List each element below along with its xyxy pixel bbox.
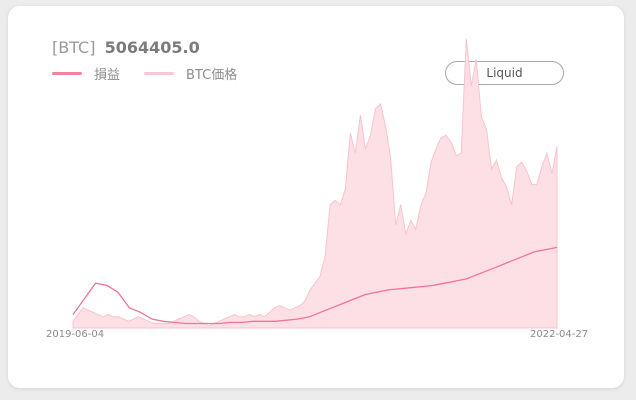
x-axis-end-label: 2022-04-27 <box>530 329 589 340</box>
x-axis-start-label: 2019-06-04 <box>46 329 105 340</box>
chart-area <box>72 38 558 329</box>
btc-price-area <box>72 38 558 329</box>
